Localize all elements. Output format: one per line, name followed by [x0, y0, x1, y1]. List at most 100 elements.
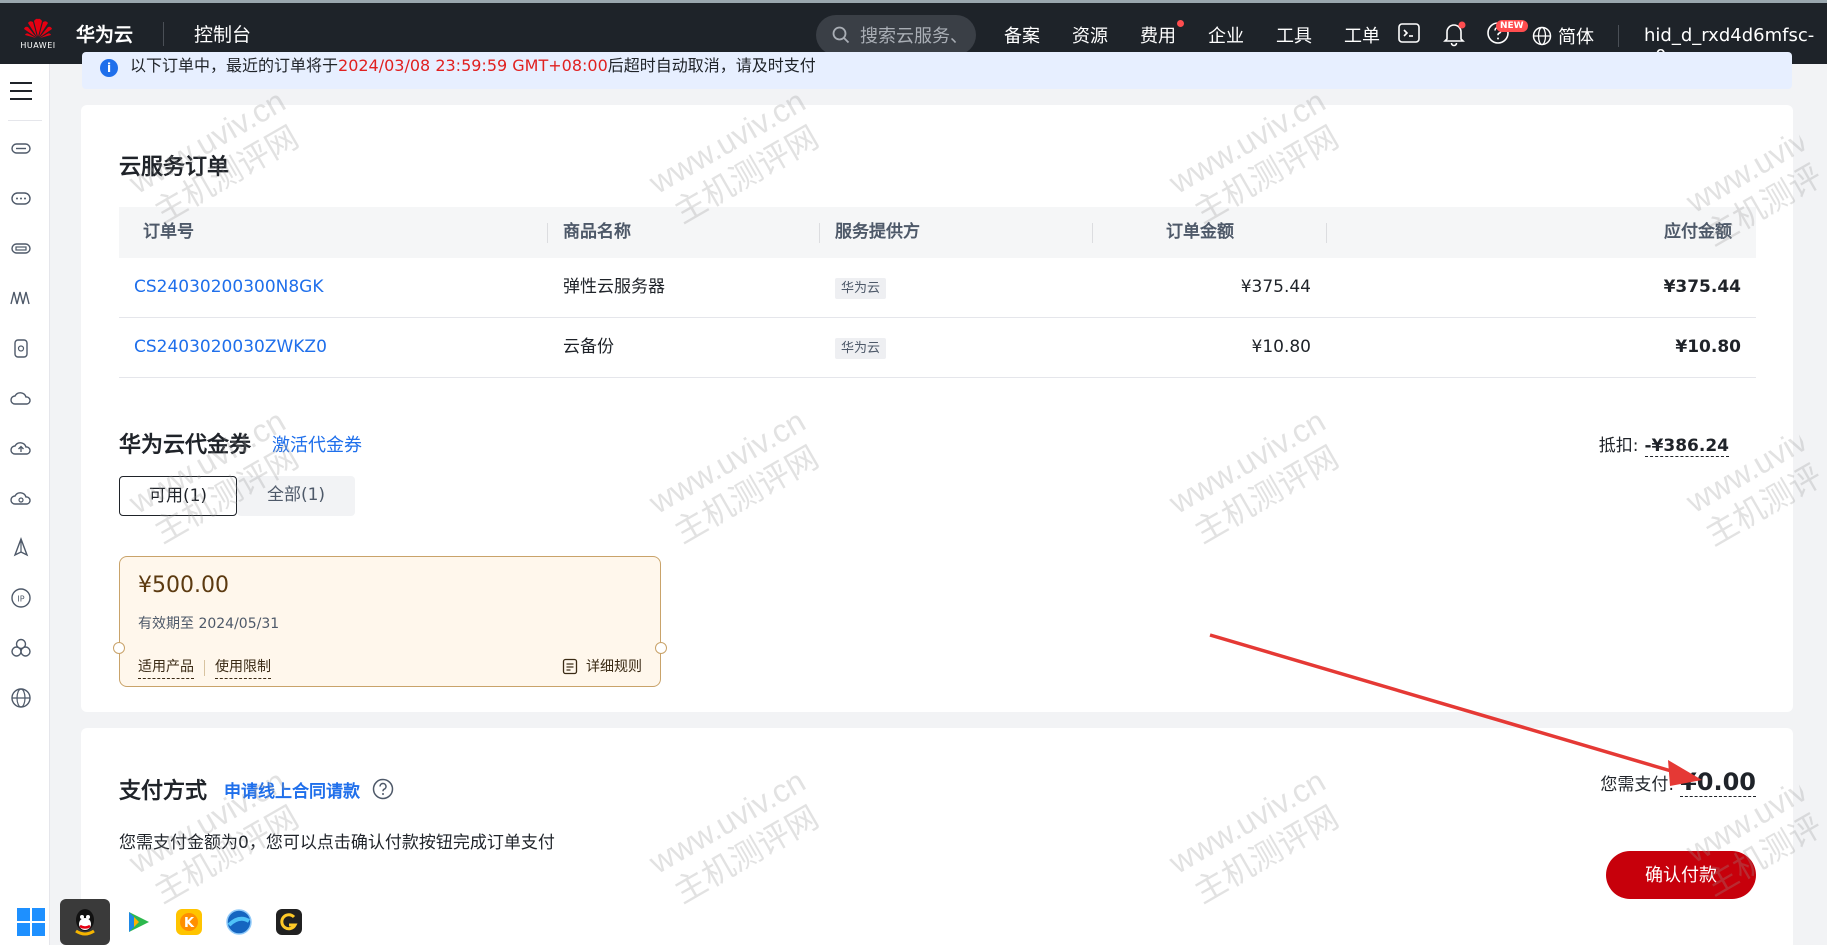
document-icon: [562, 658, 578, 674]
product-name: 云备份: [563, 337, 614, 357]
ip-icon[interactable]: IP: [9, 586, 33, 610]
col-order-no: 订单号: [143, 222, 194, 242]
need-pay-value: ¥0.00: [1680, 768, 1756, 797]
coupon-notch: [655, 642, 667, 654]
huawei-flower-icon: [24, 18, 52, 38]
cloud-upload-icon[interactable]: [9, 436, 33, 460]
console-link[interactable]: 控制台: [194, 20, 251, 47]
language-label: 简体: [1558, 27, 1594, 48]
applicable-products-link[interactable]: 适用产品: [138, 656, 194, 679]
cloud-icon[interactable]: [9, 386, 33, 410]
notice-prefix: 以下订单中，最近的订单将于: [130, 55, 339, 75]
search-input[interactable]: 搜索云服务、: [860, 22, 968, 48]
payable-amount: ¥375.44: [1663, 277, 1741, 297]
left-sidebar: IP: [0, 64, 50, 945]
divider: [1092, 223, 1093, 243]
order-amount: ¥375.44: [1240, 277, 1311, 297]
divider: [819, 223, 820, 243]
provider-tag: 华为云: [835, 278, 887, 299]
shield-icon[interactable]: [9, 536, 33, 560]
orders-table: 订单号 商品名称 服务提供方 订单金额 应付金额 CS24030200300N8…: [119, 207, 1756, 378]
cloud-sync-icon[interactable]: [9, 486, 33, 510]
search-icon: [832, 26, 850, 44]
deduct-value[interactable]: -¥386.24: [1644, 436, 1729, 457]
deduct-label: 抵扣:: [1598, 436, 1639, 456]
payment-title: 支付方式: [119, 779, 208, 804]
activate-coupon-link[interactable]: 激活代金券: [272, 431, 362, 457]
need-pay-label: 您需支付:: [1600, 775, 1675, 795]
notice-suffix: 后超时自动取消，请及时支付: [607, 55, 816, 75]
rules-label: 详细规则: [586, 659, 642, 675]
nav-tools[interactable]: 工具: [1276, 22, 1312, 48]
ecs-icon[interactable]: [9, 136, 33, 160]
order-no-link[interactable]: CS24030200300N8GK: [134, 258, 324, 318]
amount-due: 您需支付: ¥0.00: [1600, 768, 1756, 797]
apply-contract-link[interactable]: 申请线上合同请款: [224, 777, 360, 802]
bell-icon[interactable]: [1442, 21, 1466, 51]
usage-limits-link[interactable]: 使用限制: [215, 656, 271, 679]
divider: [1618, 25, 1619, 47]
nav-billing-label: 费用: [1140, 26, 1176, 47]
video-app-icon[interactable]: [118, 901, 160, 943]
terminal-icon[interactable]: [1397, 21, 1421, 49]
cloud-more-icon[interactable]: [9, 186, 33, 210]
g-app-icon[interactable]: [268, 901, 310, 943]
question-icon[interactable]: [372, 778, 394, 804]
divider: [547, 223, 548, 243]
col-payable: 应付金额: [1664, 222, 1732, 242]
new-badge: NEW: [1496, 20, 1528, 32]
coupon-value: ¥500.00: [138, 573, 229, 598]
kugou-music-icon[interactable]: K: [168, 901, 210, 943]
nav-tickets[interactable]: 工单: [1344, 22, 1380, 48]
cluster-icon[interactable]: [9, 636, 33, 660]
web-globe-icon[interactable]: [9, 686, 33, 710]
svg-text:IP: IP: [17, 595, 24, 604]
coupon-notch: [113, 642, 125, 654]
divider: [1326, 223, 1327, 243]
huawei-logo[interactable]: HUAWEI: [0, 17, 76, 50]
notice-deadline: 2024/03/08 23:59:59 GMT+08:00: [338, 55, 608, 75]
deduction-summary: 抵扣: -¥386.24: [1598, 431, 1729, 457]
database-icon[interactable]: [9, 336, 33, 360]
order-timeout-notice: i 以下订单中，最近的订单将于2024/03/08 23:59:59 GMT+0…: [82, 52, 1792, 89]
table-row: CS2403020030ZWKZ0 云备份 华为云 ¥10.80 ¥10.80: [119, 318, 1756, 378]
tab-all[interactable]: 全部(1): [237, 476, 355, 516]
coupon-footer: 适用产品 使用限制: [138, 656, 271, 679]
browser-icon[interactable]: [218, 901, 260, 943]
payable-amount: ¥10.80: [1675, 337, 1741, 357]
language-switch[interactable]: 简体: [1532, 23, 1594, 49]
payment-description: 您需支付金额为0，您可以点击确认付款按钮完成订单支付: [119, 833, 555, 853]
divider: [8, 120, 42, 121]
tab-available[interactable]: 可用(1): [119, 476, 237, 516]
globe-icon: [1532, 26, 1552, 46]
hamburger-menu-icon[interactable]: [9, 80, 33, 106]
network-icon[interactable]: [9, 286, 33, 310]
nav-beian[interactable]: 备案: [1004, 22, 1040, 48]
confirm-payment-button[interactable]: 确认付款: [1606, 851, 1756, 899]
brand-name[interactable]: 华为云: [76, 20, 133, 47]
coupon-card[interactable]: ¥500.00 有效期至 2024/05/31 适用产品 使用限制 详细规则: [113, 556, 667, 687]
col-product: 商品名称: [563, 222, 631, 242]
qq-icon[interactable]: [60, 899, 110, 945]
coupon-rules-link[interactable]: 详细规则: [562, 656, 642, 676]
notification-dot: [1177, 20, 1184, 27]
provider-cell: 华为云: [835, 318, 887, 378]
storage-icon[interactable]: [9, 236, 33, 260]
col-amount: 订单金额: [1166, 222, 1234, 242]
search-box[interactable]: 搜索云服务、: [816, 15, 976, 55]
nav-resources[interactable]: 资源: [1072, 22, 1108, 48]
divider: [204, 659, 205, 676]
order-amount: ¥10.80: [1251, 337, 1311, 357]
coupon-validity: 有效期至 2024/05/31: [138, 616, 280, 632]
windows-start-icon[interactable]: [10, 901, 52, 943]
table-row: CS24030200300N8GK 弹性云服务器 华为云 ¥375.44 ¥37…: [119, 258, 1756, 318]
order-no-link[interactable]: CS2403020030ZWKZ0: [134, 318, 327, 378]
provider-cell: 华为云: [835, 258, 887, 318]
provider-tag: 华为云: [835, 338, 887, 359]
svg-text:K: K: [184, 916, 195, 931]
nav-billing[interactable]: 费用: [1140, 20, 1184, 48]
orders-title: 云服务订单: [119, 155, 230, 180]
logo-text: HUAWEI: [20, 41, 56, 50]
nav-enterprise[interactable]: 企业: [1208, 22, 1244, 48]
info-icon: i: [100, 58, 118, 77]
